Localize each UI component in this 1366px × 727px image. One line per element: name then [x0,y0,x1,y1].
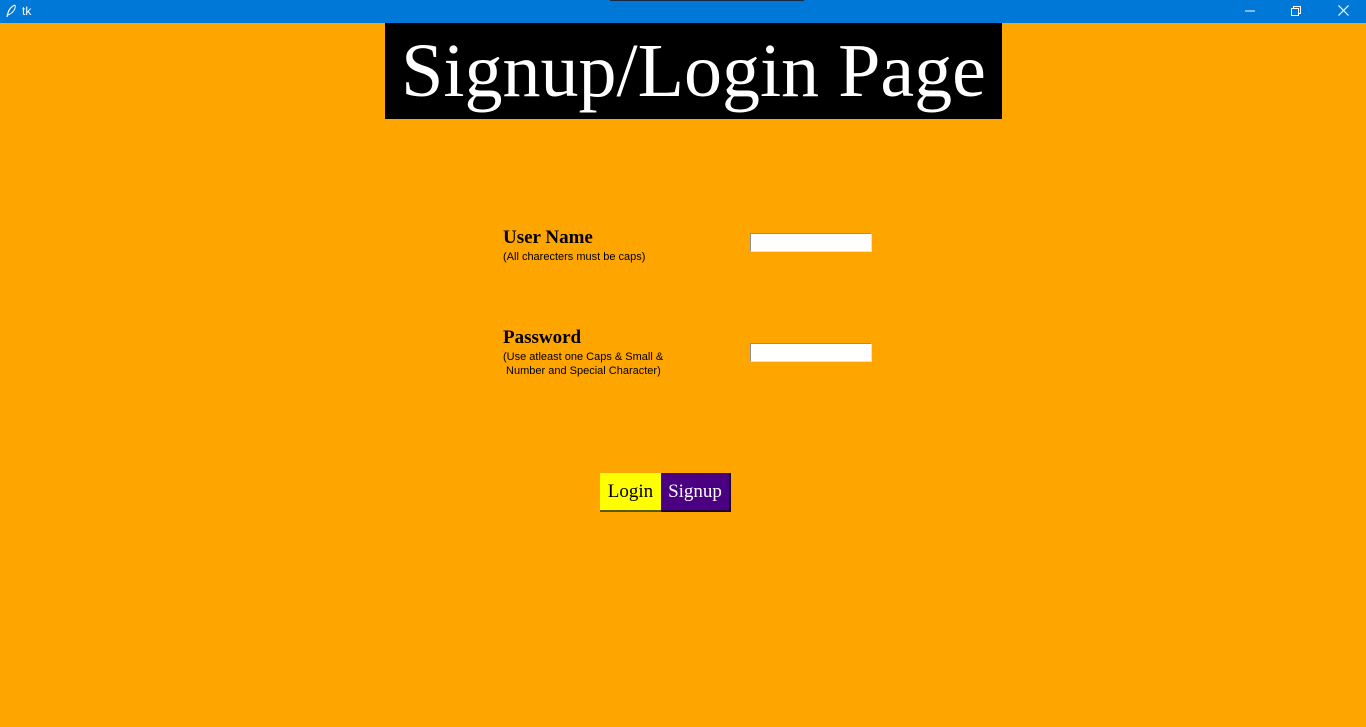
username-hint: (All charecters must be caps) [503,251,646,263]
password-hint-line1: (Use atleast one Caps & Small & [503,351,664,363]
signup-button[interactable]: Signup [661,473,731,512]
title-bar[interactable]: tk [0,0,1366,23]
minimize-icon [1245,3,1255,21]
username-input[interactable] [750,233,872,252]
close-button[interactable] [1320,0,1366,23]
titlebar-tab-indicator [610,0,804,1]
password-hint-line2: Number and Special Character) [503,365,661,377]
restore-button[interactable] [1273,0,1319,23]
window-title: tk [22,4,32,18]
username-label: User Name [503,227,593,248]
close-icon [1337,3,1349,21]
page-title: Signup/Login Page [385,23,1002,119]
feather-icon [5,4,17,18]
minimize-button[interactable] [1227,0,1273,23]
password-label: Password [503,327,582,348]
app-window: tk Signup/Login Page User Name (All char… [0,0,1366,727]
password-input[interactable] [750,343,872,362]
login-button[interactable]: Login [600,473,661,512]
restore-icon [1291,3,1301,21]
